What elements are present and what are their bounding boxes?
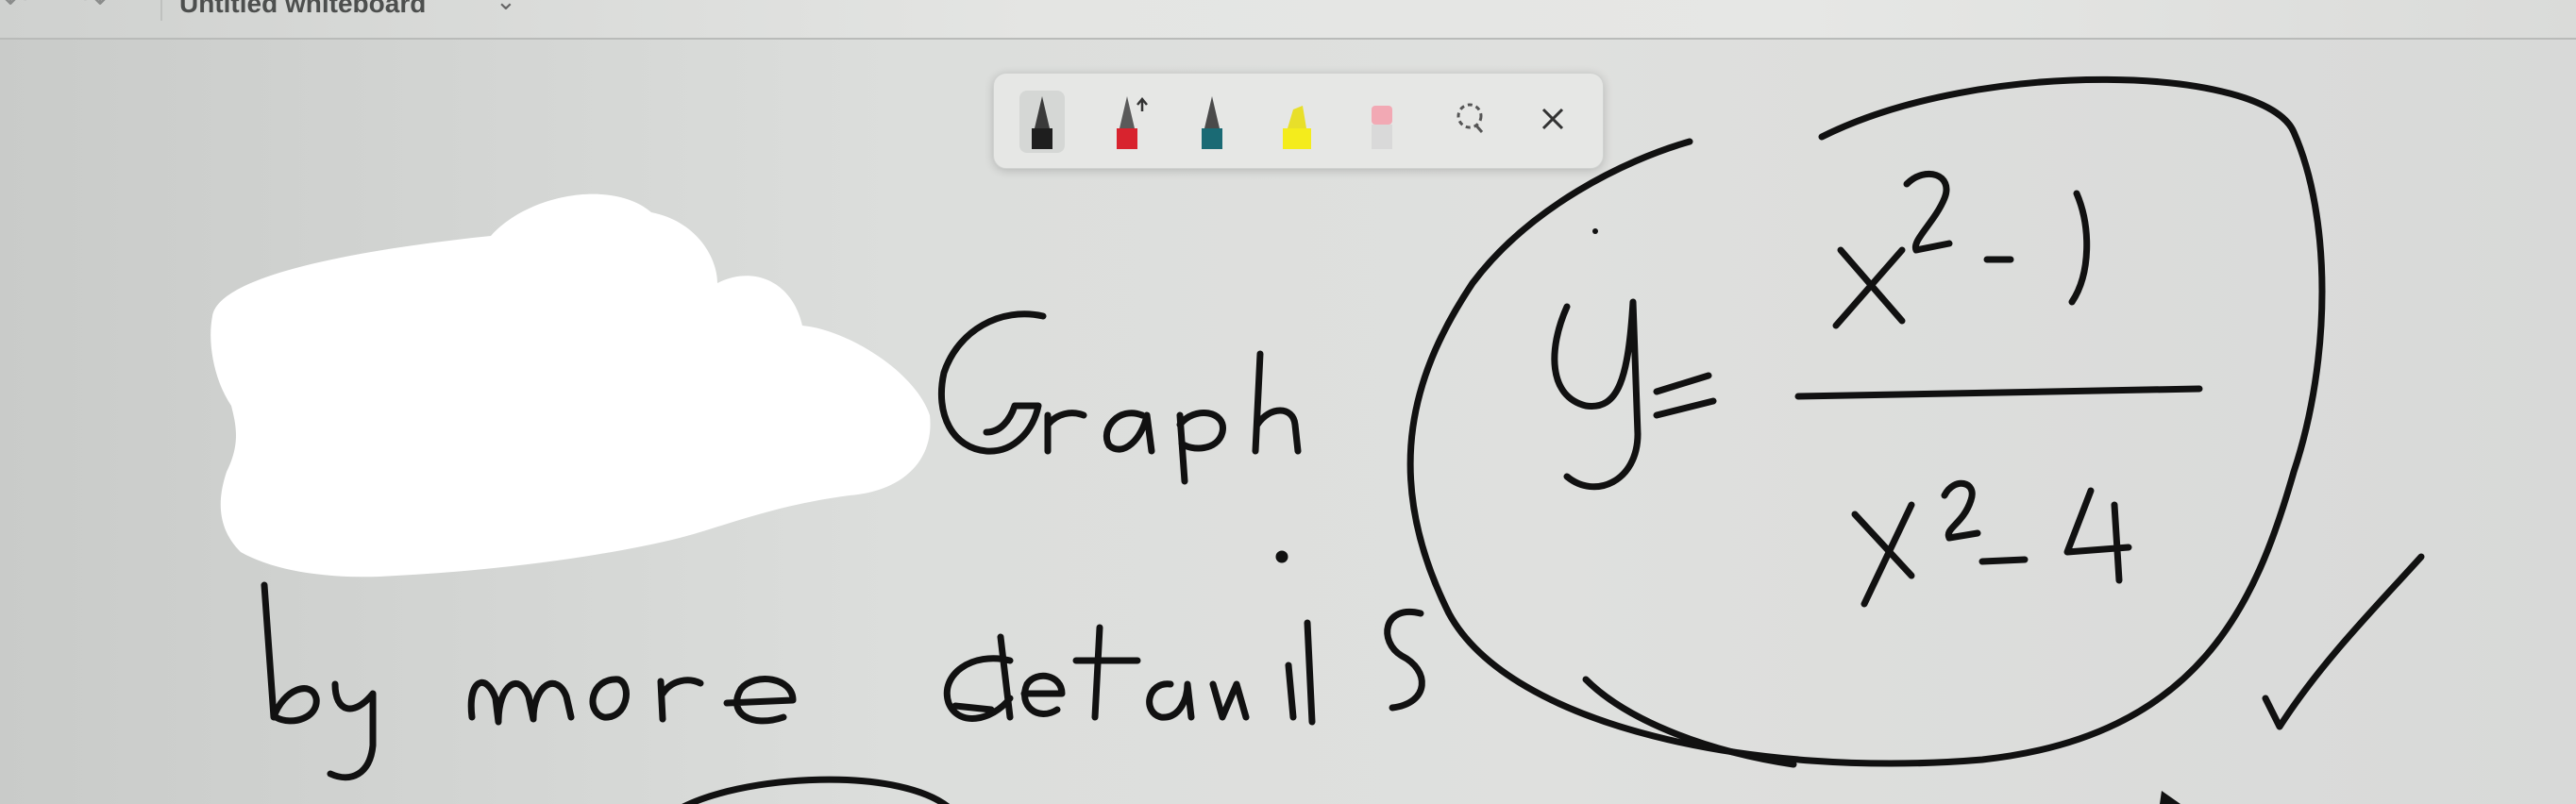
handwriting-equation bbox=[1406, 75, 2425, 768]
redaction-blob bbox=[210, 193, 931, 578]
equation-circle bbox=[1406, 75, 2326, 767]
handwriting-by-more-details bbox=[261, 550, 1425, 781]
mouse-cursor bbox=[2160, 791, 2180, 804]
ink-dot bbox=[1592, 228, 1598, 234]
ink-layer bbox=[210, 75, 2425, 804]
partial-ellipse bbox=[682, 776, 950, 804]
handwriting-graph bbox=[937, 310, 1302, 485]
